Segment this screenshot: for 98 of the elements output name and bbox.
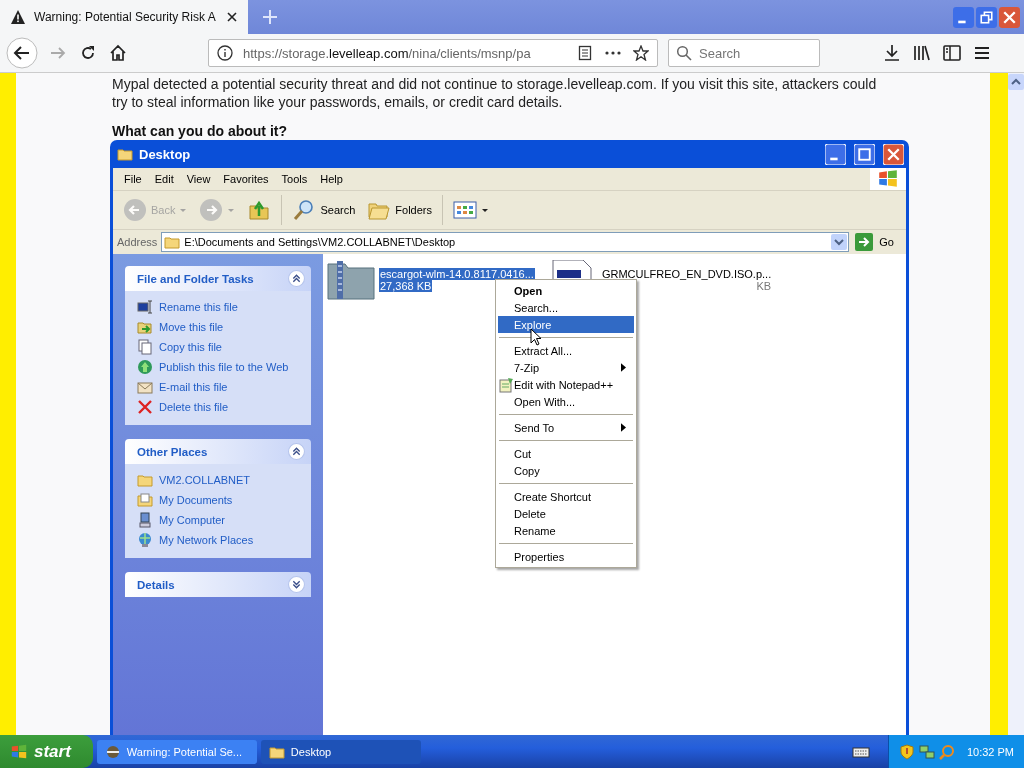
menu-item[interactable]: Tools	[274, 173, 314, 185]
caret-icon	[481, 206, 489, 214]
collapse-icon[interactable]	[288, 443, 305, 460]
delete-icon	[137, 399, 153, 415]
context-menu-item[interactable]: Search...	[498, 299, 634, 316]
file-size: KB	[755, 280, 773, 292]
taskbar-button[interactable]: Warning: Potential Se...	[96, 739, 257, 764]
restore-icon[interactable]	[976, 6, 997, 28]
task-link[interactable]: Rename this file	[159, 301, 238, 313]
context-menu-item[interactable]: Open With...	[498, 393, 634, 410]
zip-folder-icon[interactable]	[327, 260, 375, 300]
context-menu-item[interactable]: Edit with Notepad++	[498, 376, 634, 393]
views-icon	[453, 198, 477, 222]
task-link[interactable]: Delete this file	[159, 401, 229, 413]
windows-logo-icon	[870, 168, 906, 190]
sidebar-icon[interactable]	[942, 43, 962, 63]
minimize-icon[interactable]	[825, 143, 846, 165]
context-menu-item[interactable]: Open	[498, 282, 634, 299]
task-link[interactable]: My Computer	[159, 514, 226, 526]
url-field[interactable]: https://storage.levelleap.com/nina/clients/msnp/pa	[208, 39, 658, 67]
expand-icon[interactable]	[288, 576, 305, 593]
start-button[interactable]: start	[0, 735, 93, 768]
minimize-icon[interactable]	[953, 6, 974, 28]
folder-icon	[137, 472, 153, 488]
home-icon[interactable]	[108, 43, 128, 63]
folders-button[interactable]: Folders	[363, 198, 436, 222]
globe-icon	[137, 359, 153, 375]
file-size: 27,368 KB	[379, 280, 433, 292]
context-menu-item[interactable]: Rename	[498, 522, 634, 539]
page-heading: What can you do about it?	[112, 123, 288, 139]
task-link[interactable]: Move this file	[159, 321, 224, 333]
context-menu-item[interactable]: Cut	[498, 445, 634, 462]
documents-folder-icon	[137, 492, 153, 508]
context-menu-item[interactable]: Delete	[498, 505, 634, 522]
envelope-icon	[137, 379, 153, 395]
folder-icon	[164, 234, 181, 250]
menu-item[interactable]: Help	[313, 173, 349, 185]
caret-icon	[179, 206, 188, 214]
scrollbar[interactable]	[1008, 73, 1024, 735]
caret-icon	[227, 206, 236, 214]
context-menu-item[interactable]: Extract All...	[498, 342, 634, 359]
browser-icon	[104, 743, 121, 760]
search-icon	[676, 45, 692, 61]
task-link[interactable]: Copy this file	[159, 341, 222, 353]
context-menu-item[interactable]: Create Shortcut	[498, 488, 634, 505]
taskbar-button[interactable]: Desktop	[260, 739, 421, 764]
shield-icon[interactable]	[898, 743, 915, 760]
library-icon[interactable]	[912, 43, 932, 63]
clock: 10:32 PM	[966, 745, 1014, 758]
collapse-icon[interactable]	[288, 270, 305, 287]
folder-icon	[117, 146, 133, 162]
go-button[interactable]: Go	[853, 233, 902, 251]
info-icon	[217, 45, 233, 61]
warning-icon	[10, 9, 26, 25]
network-icon	[137, 532, 153, 548]
submenu-arrow-icon	[621, 423, 626, 432]
menu-item[interactable]: Favorites	[216, 173, 275, 185]
file-name[interactable]: escargot-wlm-14.0.8117.0416...	[379, 268, 535, 280]
submenu-arrow-icon	[621, 363, 626, 372]
menu-item[interactable]: Edit	[147, 173, 180, 185]
network-icon[interactable]	[918, 743, 935, 760]
browser-tab[interactable]: Warning: Potential Security Risk A	[0, 0, 248, 34]
panel-header[interactable]: Details	[125, 572, 311, 597]
folder-up-arrow-icon	[247, 198, 272, 222]
windows-logo-icon	[10, 742, 28, 761]
warning-paragraph: Mypal detected a potential security threat and did not continue to storage.levelleap.com. If you visit this site, attackers could try to steal information like your passwords, emails, or credit card details.	[112, 75, 878, 111]
search-button[interactable]: Search	[288, 198, 360, 222]
panel-header[interactable]: File and Folder Tasks	[125, 266, 311, 291]
scroll-up-icon[interactable]	[1008, 74, 1024, 90]
move-icon	[137, 319, 153, 335]
menu-item[interactable]: File	[117, 173, 148, 185]
file-name[interactable]: GRMCULFREO_EN_DVD.ISO.p...	[600, 268, 773, 280]
notepad-icon	[498, 376, 514, 393]
task-link[interactable]: My Documents	[159, 494, 233, 506]
task-link[interactable]: My Network Places	[159, 534, 254, 546]
copy-icon	[137, 339, 153, 355]
window-title: Desktop	[139, 146, 191, 162]
star-icon[interactable]	[633, 45, 649, 61]
new-tab-icon[interactable]	[262, 9, 278, 25]
context-menu-item[interactable]: 7-Zip	[498, 359, 634, 376]
address-field[interactable]: E:\Documents and Settings\VM2.COLLABNET\Desktop	[161, 232, 850, 252]
rename-icon	[137, 299, 153, 315]
task-link[interactable]: Publish this file to the Web	[159, 361, 289, 373]
menu-item[interactable]: View	[179, 173, 217, 185]
address-label: Address	[117, 236, 158, 248]
close-icon[interactable]	[226, 11, 238, 23]
context-menu-item[interactable]: Properties	[498, 548, 634, 565]
context-menu-item[interactable]: Copy	[498, 462, 634, 479]
computer-icon	[137, 512, 153, 528]
maximize-icon[interactable]	[854, 143, 875, 165]
panel-header[interactable]: Other Places	[125, 439, 311, 464]
task-link[interactable]: E-mail this file	[159, 381, 228, 393]
search-field[interactable]: Search	[668, 39, 820, 67]
download-icon[interactable]	[882, 43, 902, 63]
context-menu-item[interactable]: Send To	[498, 419, 634, 436]
task-link[interactable]: VM2.COLLABNET	[159, 474, 251, 486]
context-menu-item[interactable]: Explore	[498, 316, 634, 333]
reader-view-icon[interactable]	[577, 45, 593, 61]
